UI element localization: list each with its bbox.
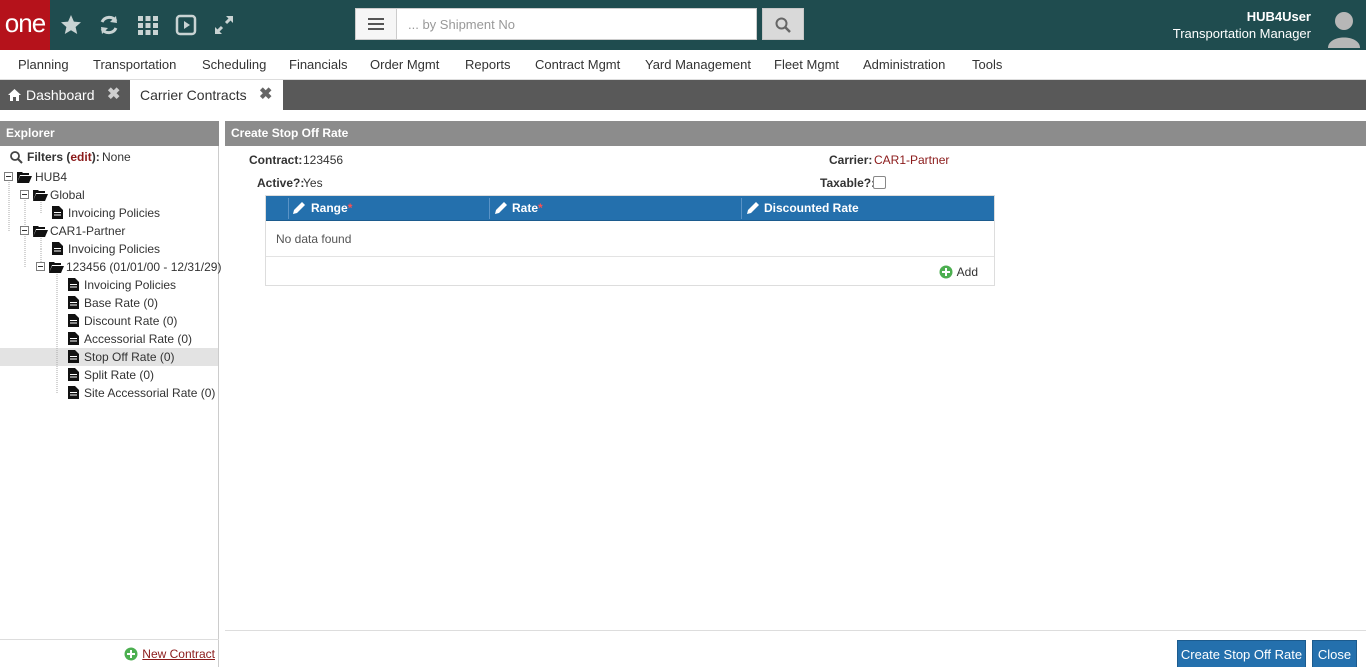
menu-yard-management[interactable]: Yard Management [645, 57, 751, 72]
search-input[interactable] [398, 9, 754, 39]
grid-empty-message: No data found [276, 232, 352, 246]
menu-order-mgmt[interactable]: Order Mgmt [370, 57, 439, 72]
avatar-icon[interactable] [1326, 8, 1362, 48]
active-label: Active?: [257, 176, 305, 190]
document-icon [68, 332, 79, 345]
add-row-button[interactable]: Add [939, 265, 978, 279]
apps-grid-icon[interactable] [136, 13, 160, 37]
user-role: Transportation Manager [1172, 26, 1311, 41]
create-stop-off-rate-button[interactable]: Create Stop Off Rate [1177, 640, 1306, 667]
tab-dashboard-label: Dashboard [26, 87, 95, 103]
play-icon[interactable] [174, 13, 198, 37]
document-icon [68, 386, 79, 399]
search-box [355, 8, 757, 40]
document-icon [52, 206, 63, 219]
search-icon [775, 17, 791, 33]
stop-off-rate-grid: Range* Rate* Discounted Rate No data fou… [265, 195, 995, 286]
document-icon [68, 296, 79, 309]
add-circle-icon [939, 265, 953, 279]
folder-open-icon [49, 262, 64, 273]
grid-footer: Add [266, 256, 994, 285]
main-menu: Planning Transportation Scheduling Finan… [0, 50, 1366, 80]
menu-financials[interactable]: Financials [289, 57, 348, 72]
add-circle-icon [124, 647, 138, 661]
app-logo[interactable]: one [0, 0, 50, 50]
home-icon [8, 89, 21, 101]
expand-icon[interactable] [212, 13, 236, 37]
explorer-panel: Explorer Filters (edit): None HUB4 Globa… [0, 121, 221, 667]
contract-value: 123456 [303, 153, 344, 167]
collapse-icon[interactable] [20, 190, 29, 199]
menu-icon [368, 18, 384, 30]
collapse-icon[interactable] [4, 172, 13, 181]
menu-reports[interactable]: Reports [465, 57, 511, 72]
close-tab-icon[interactable]: ✖ [259, 80, 272, 110]
document-icon [52, 242, 63, 255]
refresh-icon[interactable] [97, 13, 121, 37]
grid-header: Range* Rate* Discounted Rate [266, 196, 994, 221]
menu-administration[interactable]: Administration [863, 57, 945, 72]
menu-scheduling[interactable]: Scheduling [202, 57, 266, 72]
close-tab-icon[interactable]: ✖ [107, 80, 120, 110]
taxable-label: Taxable?: [820, 176, 876, 190]
document-icon [68, 278, 79, 291]
tab-dashboard[interactable]: Dashboard ✖ [0, 80, 128, 110]
tab-carrier-contracts-label: Carrier Contracts [140, 87, 247, 103]
search-button[interactable] [762, 8, 804, 40]
collapse-icon[interactable] [36, 262, 45, 271]
menu-fleet-mgmt[interactable]: Fleet Mgmt [774, 57, 839, 72]
menu-tools[interactable]: Tools [972, 57, 1002, 72]
edit-pencil-icon [293, 202, 305, 214]
menu-contract-mgmt[interactable]: Contract Mgmt [535, 57, 620, 72]
menu-planning[interactable]: Planning [18, 57, 69, 72]
form-title: Create Stop Off Rate [225, 121, 1366, 146]
tab-bar: Dashboard ✖ Carrier Contracts ✖ [0, 80, 1366, 110]
carrier-label: Carrier: [829, 153, 873, 167]
explorer-footer: New Contract [0, 639, 219, 667]
contract-label: Contract: [249, 153, 303, 167]
search-menu-button[interactable] [356, 9, 397, 39]
carrier-value[interactable]: CAR1-Partner [874, 153, 949, 167]
taxable-checkbox[interactable] [873, 176, 886, 189]
document-icon [68, 368, 79, 381]
folder-open-icon [17, 172, 32, 183]
edit-pencil-icon [747, 202, 759, 214]
close-button[interactable]: Close [1312, 640, 1357, 667]
new-contract-link[interactable]: New Contract [124, 647, 215, 661]
edit-pencil-icon [495, 202, 507, 214]
collapse-icon[interactable] [20, 226, 29, 235]
document-icon [68, 350, 79, 363]
menu-transportation[interactable]: Transportation [93, 57, 176, 72]
user-name[interactable]: HUB4User [1247, 9, 1311, 24]
active-value: Yes [303, 176, 323, 190]
top-header: one HUB4User Transportation Manager [0, 0, 1366, 50]
folder-open-icon [33, 190, 48, 201]
document-icon [68, 314, 79, 327]
folder-open-icon [33, 226, 48, 237]
star-icon[interactable] [59, 13, 83, 37]
tab-carrier-contracts[interactable]: Carrier Contracts ✖ [130, 80, 283, 110]
